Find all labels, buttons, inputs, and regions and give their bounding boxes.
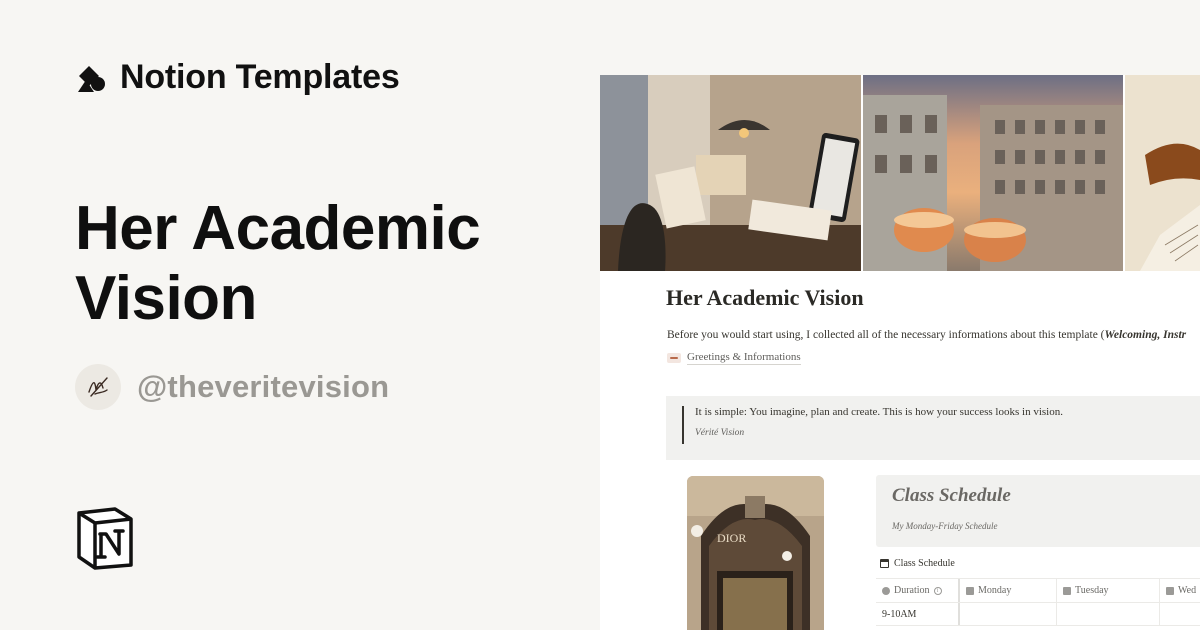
author-handle[interactable]: @theveritevision: [137, 369, 389, 405]
column-label: Duration: [894, 585, 930, 596]
quote-bar: [682, 406, 684, 444]
greetings-link[interactable]: Greetings & Informations: [667, 351, 801, 365]
shapes-icon: [78, 65, 105, 92]
author-avatar[interactable]: [75, 364, 121, 410]
calendar-icon: [880, 559, 889, 568]
table-cell[interactable]: 9-10AM: [876, 603, 960, 625]
intro-emphasis: Welcoming, Instr: [1104, 329, 1187, 341]
column-header-monday[interactable]: Monday: [960, 579, 1057, 602]
quote-callout: It is simple: You imagine, plan and crea…: [666, 396, 1200, 460]
page-title: Her Academic Vision: [666, 285, 864, 310]
page-link-icon: [667, 353, 681, 363]
quote-author: Vérité Vision: [695, 428, 745, 438]
intro-text: Before you would start using, I collecte…: [667, 329, 1105, 341]
schedule-subtitle: My Monday-Friday Schedule: [892, 521, 998, 531]
brand-name: Notion Templates: [120, 58, 400, 96]
schedule-table[interactable]: Duration i Monday Tuesday Wed 9-10AM: [876, 578, 1200, 626]
schedule-title: Class Schedule: [892, 485, 1011, 506]
column-label: Monday: [978, 585, 1012, 596]
table-cell[interactable]: [1160, 603, 1200, 625]
template-title: Her Academic Vision: [75, 194, 481, 333]
class-schedule-callout: Class Schedule My Monday-Friday Schedule: [876, 475, 1200, 547]
column-header-duration[interactable]: Duration i: [876, 579, 960, 602]
column-label: Tuesday: [1075, 585, 1109, 596]
brand-header: Notion Templates: [76, 58, 400, 97]
table-row[interactable]: 9-10AM: [876, 603, 1200, 626]
table-cell[interactable]: [1057, 603, 1160, 625]
cover-image: [600, 75, 1200, 271]
database-title[interactable]: Class Schedule: [880, 558, 955, 569]
signature-avatar-icon: [88, 377, 108, 397]
intro-paragraph: Before you would start using, I collecte…: [667, 329, 1186, 341]
database-title-label[interactable]: Class Schedule: [894, 558, 955, 569]
text-property-icon: [1063, 586, 1071, 595]
column-header-tuesday[interactable]: Tuesday: [1057, 579, 1160, 602]
template-preview[interactable]: Her Academic Vision Before you would sta…: [600, 75, 1200, 630]
column-header-wednesday[interactable]: Wed: [1160, 579, 1200, 602]
text-property-icon: [1166, 586, 1174, 595]
column-label: Wed: [1178, 585, 1197, 596]
table-header: Duration i Monday Tuesday Wed: [876, 578, 1200, 603]
quote-text: It is simple: You imagine, plan and crea…: [695, 406, 1063, 418]
author-row[interactable]: @theveritevision: [75, 364, 389, 410]
dior-sign: DIOR: [717, 531, 746, 545]
text-property-icon: [966, 586, 974, 595]
clock-icon: [882, 586, 890, 595]
notion-logo-icon: [77, 507, 133, 570]
dior-store-photo: DIOR: [687, 476, 824, 630]
greetings-link-label[interactable]: Greetings & Informations: [687, 351, 801, 365]
info-icon[interactable]: i: [933, 586, 942, 595]
table-cell[interactable]: [960, 603, 1057, 625]
